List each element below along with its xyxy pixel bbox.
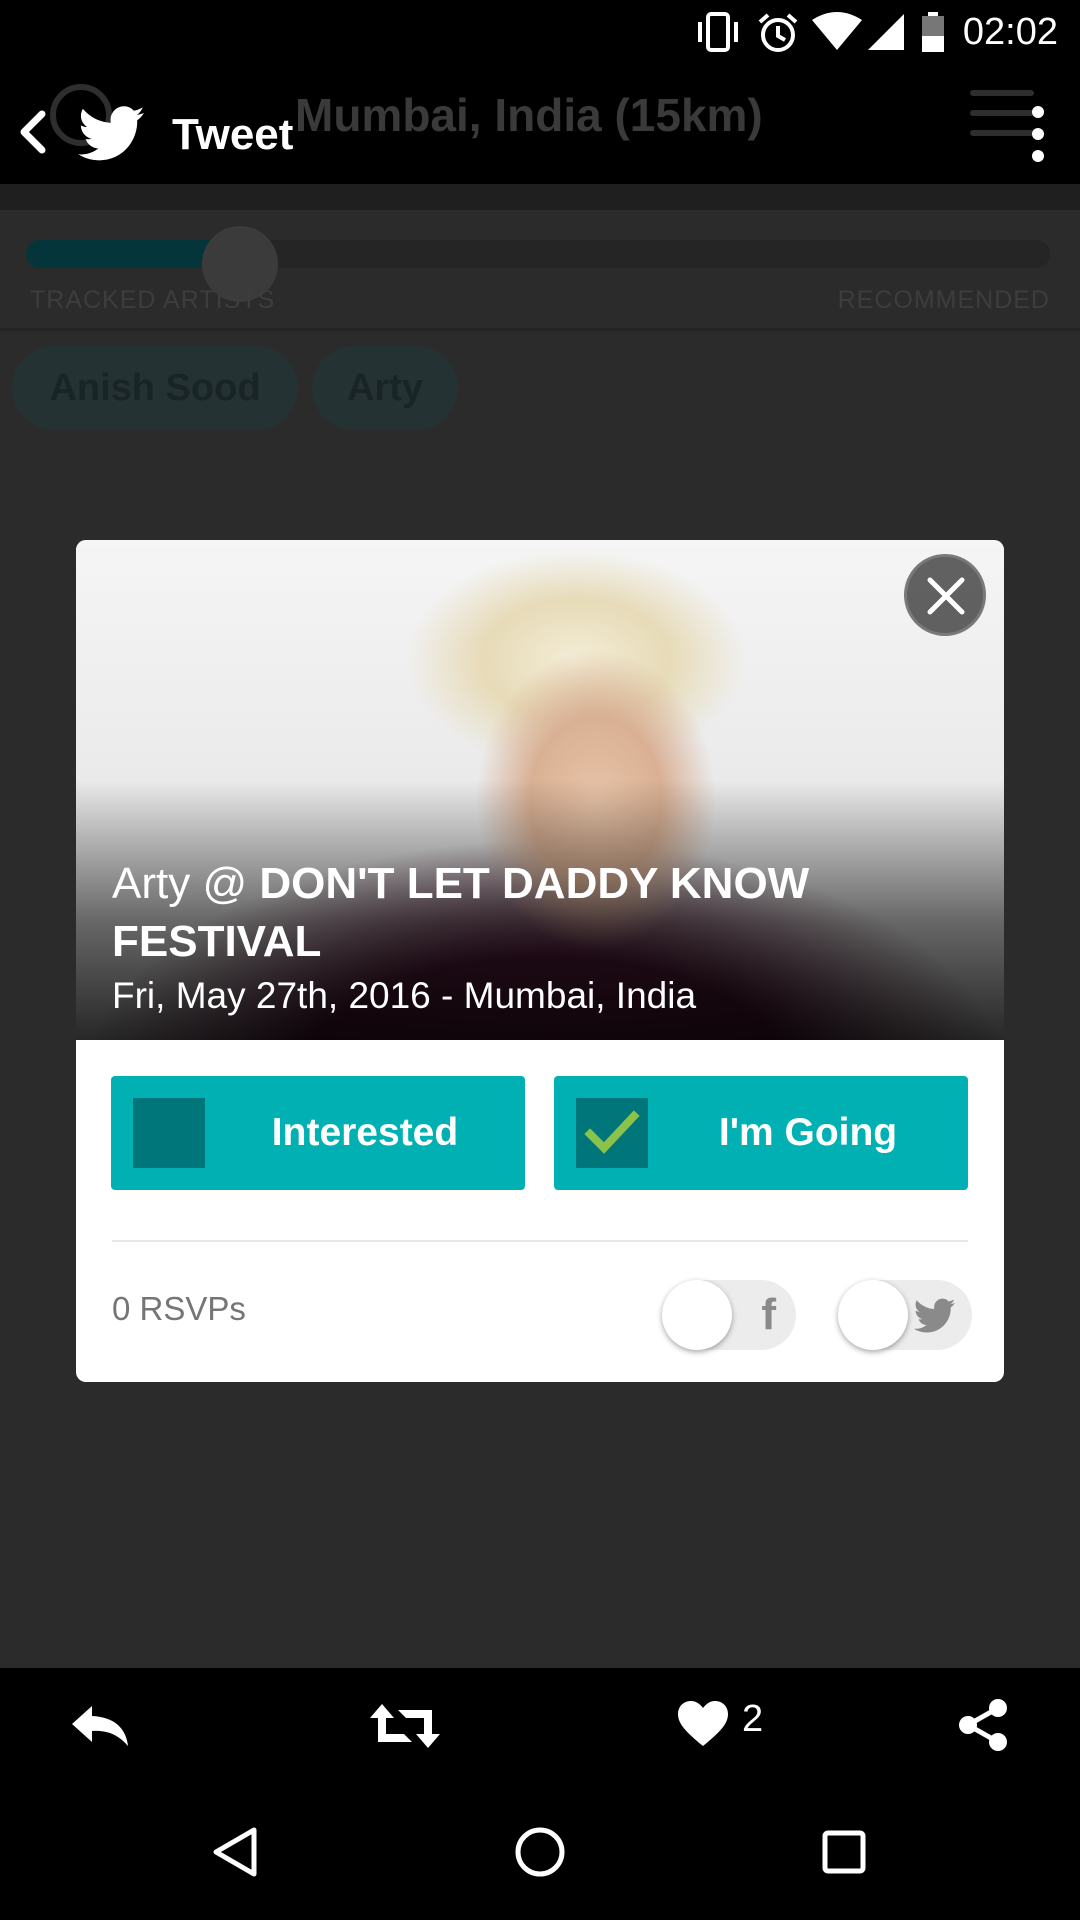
signal-icon [868, 14, 904, 50]
retweet-icon[interactable] [368, 1702, 442, 1750]
facebook-icon: f [761, 1290, 776, 1339]
home-nav-icon[interactable] [514, 1826, 566, 1878]
status-bar: 02:02 [0, 0, 1080, 64]
status-time: 02:02 [962, 11, 1058, 53]
event-date-location: Fri, May 27th, 2016 - Mumbai, India [112, 975, 697, 1016]
vibrate-icon [698, 12, 738, 52]
slider-right-label: RECOMMENDED [837, 286, 1050, 314]
like-count: 2 [742, 1698, 764, 1740]
app-bar: Mumbai, India (15km) Tweet [0, 64, 1080, 184]
event-modal: Arty @ DON'T LET DADDY KNOW FESTIVAL Fri… [76, 540, 1004, 1382]
back-nav-icon[interactable] [212, 1826, 258, 1878]
event-title: Arty @ DON'T LET DADDY KNOW FESTIVAL [112, 855, 972, 971]
close-button[interactable] [904, 554, 986, 636]
twitter-bird-icon [78, 106, 145, 161]
close-icon [927, 577, 965, 615]
checkmark-icon [584, 1110, 640, 1154]
going-button[interactable]: I'm Going [554, 1076, 968, 1190]
twitter-share-toggle[interactable] [838, 1280, 972, 1350]
modal-divider [112, 1240, 968, 1242]
background-location-title: Mumbai, India (15km) [295, 89, 763, 141]
app-title: Tweet [172, 110, 294, 159]
artist-chip-arty: Arty [312, 346, 458, 430]
reply-icon[interactable] [70, 1704, 132, 1748]
slider-left-label: TRACKED ARTISTS [30, 286, 276, 314]
rsvp-count: 0 RSVPs [112, 1290, 246, 1327]
interested-checkbox [133, 1098, 205, 1168]
recents-nav-icon[interactable] [822, 1830, 866, 1874]
facebook-share-toggle[interactable]: f [662, 1280, 796, 1350]
system-nav-bar [0, 1778, 1080, 1920]
artist-chip-anish-sood: Anish Sood [12, 346, 298, 430]
toggle-knob [662, 1280, 732, 1350]
twitter-icon [914, 1298, 956, 1333]
tweet-action-bar: 2 [0, 1668, 1080, 1778]
interested-label: Interested [271, 1111, 459, 1154]
more-options-icon[interactable] [1030, 104, 1046, 164]
going-label: I'm Going [718, 1111, 898, 1154]
background-divider [0, 184, 1080, 210]
event-title-artist: Arty @ [112, 859, 248, 908]
share-icon[interactable] [956, 1698, 1010, 1752]
wifi-icon [812, 12, 862, 50]
background-separator [0, 328, 1080, 331]
interested-button[interactable]: Interested [111, 1076, 525, 1190]
heart-icon[interactable] [676, 1700, 730, 1748]
filter-icon [970, 90, 1034, 150]
alarm-icon [758, 13, 798, 52]
back-arrow-icon[interactable] [16, 110, 52, 154]
battery-icon [922, 12, 944, 52]
going-checkbox [576, 1098, 648, 1168]
toggle-knob [838, 1280, 908, 1350]
